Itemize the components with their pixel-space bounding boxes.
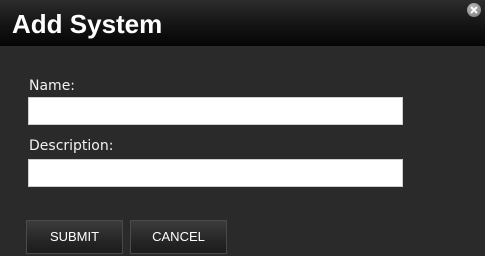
name-input[interactable] [28, 97, 403, 125]
dialog-body: Name: Description: SUBMIT CANCEL [0, 46, 485, 256]
cancel-button[interactable]: CANCEL [130, 220, 227, 254]
submit-button[interactable]: SUBMIT [26, 220, 123, 254]
dialog-title: Add System [12, 9, 163, 39]
add-system-dialog: Add System Name: Description: SUBMIT CAN… [0, 0, 485, 256]
name-label: Name: [29, 78, 76, 94]
close-icon[interactable] [467, 3, 481, 17]
description-input[interactable] [28, 159, 403, 187]
description-label: Description: [29, 138, 114, 154]
dialog-titlebar: Add System [0, 0, 485, 46]
